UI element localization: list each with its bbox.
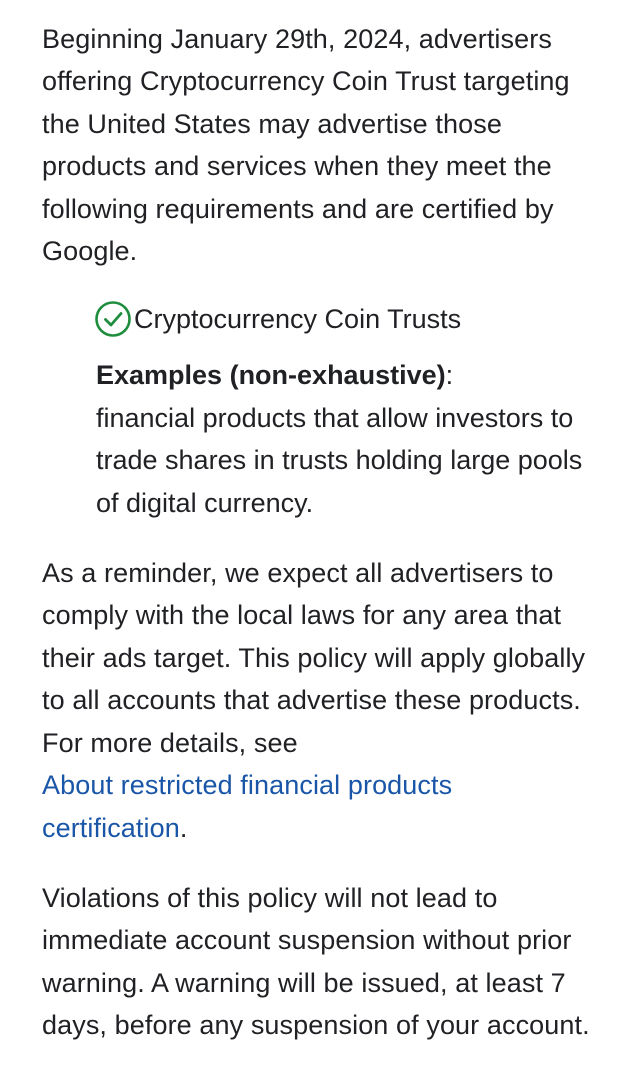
examples-paragraph: Examples (non-exhaustive): financial prod… bbox=[96, 354, 596, 524]
policy-content: Beginning January 29th, 2024, advertiser… bbox=[0, 0, 636, 1080]
requirement-item: Cryptocurrency Coin Trusts bbox=[94, 298, 596, 340]
reminder-paragraph: As a reminder, we expect all advertisers… bbox=[42, 552, 596, 849]
requirements-block: Cryptocurrency Coin Trusts Examples (non… bbox=[94, 298, 596, 524]
intro-paragraph: Beginning January 29th, 2024, advertiser… bbox=[42, 24, 570, 267]
examples-heading: Examples (non-exhaustive) bbox=[96, 360, 446, 391]
reminder-text: As a reminder, we expect all advertisers… bbox=[42, 558, 586, 758]
reminder-trailing: . bbox=[179, 812, 188, 843]
examples-colon: : bbox=[445, 360, 454, 391]
requirement-label: Cryptocurrency Coin Trusts bbox=[134, 304, 462, 335]
examples-text: financial products that allow investors … bbox=[96, 402, 583, 518]
restricted-financial-products-link[interactable]: About restricted financial products cert… bbox=[42, 770, 452, 842]
violations-paragraph: Violations of this policy will not lead … bbox=[42, 882, 590, 1041]
check-circle-icon bbox=[95, 301, 131, 338]
